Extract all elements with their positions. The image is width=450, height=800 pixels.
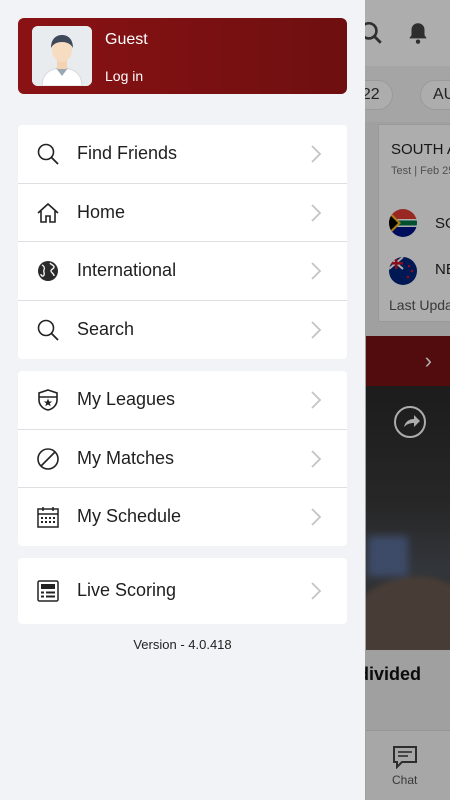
menu-item-label: My Leagues [77, 389, 176, 409]
live-scoring-icon [37, 580, 59, 602]
app-version: Version - 4.0.418 [133, 637, 232, 652]
profile-name: Guest [105, 31, 148, 48]
avatar [32, 26, 92, 86]
menu-group-live: Live Scoring [18, 558, 347, 624]
profile-header[interactable]: Guest Log in [18, 18, 347, 94]
menu-item-international[interactable]: International [18, 242, 347, 301]
menu-item-search[interactable]: Search [18, 301, 347, 360]
chevron-right-icon [311, 203, 322, 222]
menu-item-my-matches[interactable]: My Matches [18, 430, 347, 488]
ball-icon [37, 447, 59, 470]
menu-item-my-schedule[interactable]: My Schedule [18, 488, 347, 547]
menu-item-live-scoring[interactable]: Live Scoring [18, 558, 347, 624]
home-icon [37, 202, 59, 223]
chevron-right-icon [311, 391, 322, 409]
menu-item-label: Home [77, 201, 126, 222]
chevron-right-icon [311, 145, 322, 163]
menu-item-label: Live Scoring [77, 580, 177, 600]
user-avatar-icon [32, 26, 92, 86]
chevron-right-icon [311, 508, 322, 526]
menu-item-label: Search [77, 318, 135, 339]
menu-item-label: My Matches [77, 447, 175, 468]
menu-item-label: My Schedule [77, 506, 182, 526]
globe-icon [38, 261, 58, 281]
menu-item-label: International [77, 260, 177, 280]
menu-item-home[interactable]: Home [18, 184, 347, 242]
login-link[interactable]: Log in [105, 68, 143, 84]
chevron-right-icon [311, 262, 322, 280]
menu-item-my-leagues[interactable]: My Leagues [18, 371, 347, 430]
menu-group-personal: My Leagues My Matches My Schedule [18, 371, 347, 546]
menu-item-label: Find Friends [77, 143, 178, 163]
menu-item-find-friends[interactable]: Find Friends [18, 125, 347, 184]
calendar-icon [37, 507, 59, 528]
search-icon [37, 319, 59, 341]
menu-group-navigation: Find Friends Home International Search [18, 125, 347, 359]
chevron-right-icon [311, 320, 322, 339]
shield-icon [38, 389, 58, 411]
chevron-right-icon [311, 582, 322, 600]
search-icon [37, 143, 59, 165]
chevron-right-icon [311, 449, 322, 468]
navigation-drawer: Guest Log in Find Friends Home Internati… [0, 0, 365, 800]
